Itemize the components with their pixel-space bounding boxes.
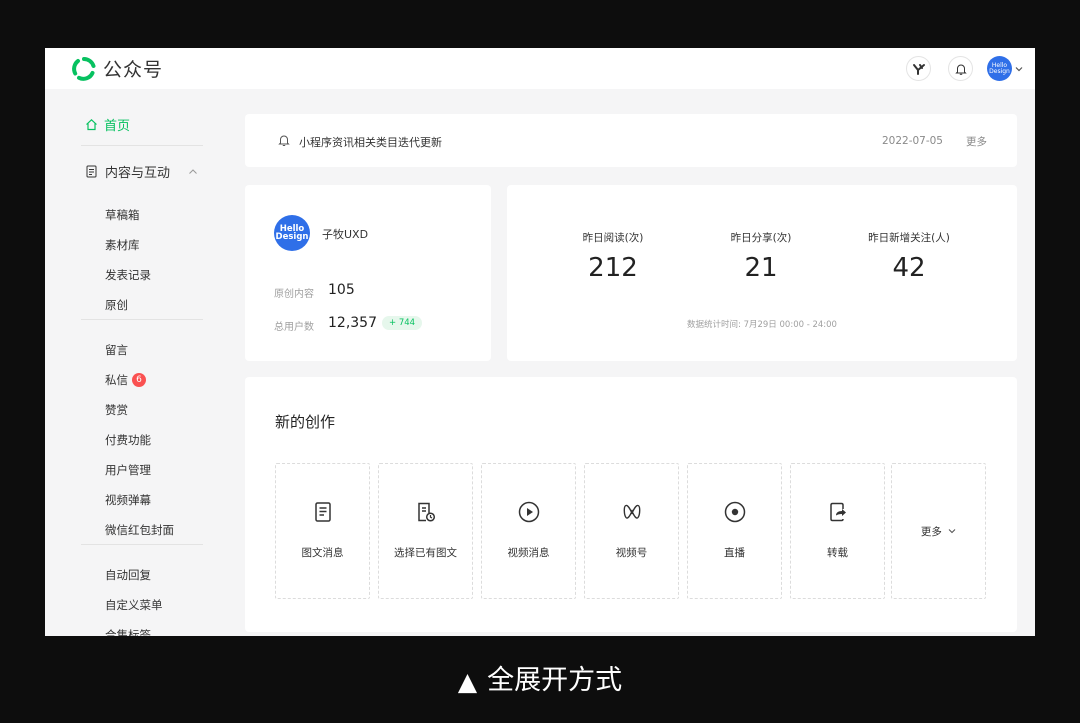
- sidebar-home-label: 首页: [104, 119, 131, 134]
- create-tile-video-message[interactable]: 视频消息: [481, 463, 576, 599]
- create-tile-article[interactable]: 图文消息: [275, 463, 370, 599]
- triangle-icon: ▲: [457, 667, 478, 696]
- account-avatar: Hello Design: [274, 215, 310, 251]
- stat-label: 昨日分享(次): [730, 232, 792, 244]
- notice-date: 2022-07-05: [881, 135, 943, 147]
- sidebar: 首页 内容与互动 草稿箱 素材库 发表记录 原创 留言 私信 6 赞赏 付费功能…: [45, 89, 227, 636]
- app-title: 公众号: [103, 59, 164, 81]
- top-right-actions: Hello Design: [889, 56, 1023, 81]
- y-logo-icon: [912, 63, 925, 75]
- tile-label: 视频消息: [507, 547, 550, 559]
- sidebar-divider: [81, 145, 203, 146]
- stats-footnote: 数据统计时间: 7月29日 00:00 - 24:00: [687, 320, 837, 330]
- user-avatar[interactable]: Hello Design: [987, 56, 1012, 81]
- create-tile-repost[interactable]: 转载: [790, 463, 885, 599]
- caption-text: 全展开方式: [487, 665, 623, 696]
- bell-icon: [278, 135, 290, 146]
- stat-shares: 昨日分享(次) 21: [686, 230, 836, 283]
- chevron-down-icon: [948, 529, 956, 534]
- chevron-up-icon: [189, 168, 197, 174]
- wechat-official-logo-icon: [72, 56, 96, 81]
- tile-label: 图文消息: [301, 547, 344, 559]
- app-window: 公众号 Hello Design 首页 内容与互动 草稿箱 素材库 发表记录 原…: [45, 48, 1035, 636]
- sidebar-item-materials[interactable]: 素材库: [105, 237, 140, 253]
- sidebar-section-content[interactable]: 内容与互动: [85, 162, 205, 181]
- sidebar-item-collection-tags[interactable]: 合集标签: [105, 627, 151, 636]
- original-content-label: 原创内容: [274, 289, 314, 300]
- stat-value: 212: [588, 253, 638, 283]
- caption: ▲ 全展开方式: [0, 658, 1080, 697]
- create-tile-channels[interactable]: 视频号: [584, 463, 679, 599]
- tile-label: 视频号: [615, 547, 648, 559]
- tile-label: 选择已有图文: [394, 547, 457, 559]
- home-icon: [86, 118, 97, 131]
- total-users-label: 总用户数: [274, 322, 314, 333]
- tile-label: 直播: [724, 547, 745, 559]
- logo[interactable]: 公众号: [71, 55, 163, 82]
- sidebar-item-drafts[interactable]: 草稿箱: [105, 207, 140, 223]
- sidebar-item-video-danmaku[interactable]: 视频弹幕: [105, 492, 151, 508]
- top-bar: 公众号 Hello Design: [45, 48, 1035, 89]
- stat-reads: 昨日阅读(次) 212: [538, 230, 688, 283]
- new-creation-card: 新的创作 图文消息 选择已有图文 视频消息 视频号 直播 转载 更多: [245, 377, 1017, 632]
- sidebar-divider: [81, 544, 203, 545]
- users-delta-badge: + 744: [382, 316, 423, 330]
- sidebar-item-appreciation[interactable]: 赞赏: [105, 402, 128, 418]
- sidebar-item-publish-records[interactable]: 发表记录: [105, 267, 151, 283]
- sidebar-item-paid-features[interactable]: 付费功能: [105, 432, 151, 448]
- total-users-value: 12,357: [328, 315, 377, 331]
- sidebar-item-comments[interactable]: 留言: [105, 342, 128, 358]
- sidebar-item-auto-reply[interactable]: 自动回复: [105, 567, 151, 583]
- sidebar-item-messages[interactable]: 私信 6: [105, 372, 146, 388]
- stats-card: 昨日阅读(次) 212 昨日分享(次) 21 昨日新增关注(人) 42 数据统计…: [507, 185, 1017, 361]
- account-name: 子牧UXD: [322, 228, 369, 241]
- sidebar-item-original[interactable]: 原创: [105, 297, 128, 313]
- stat-label: 昨日新增关注(人): [868, 232, 950, 244]
- stat-new-followers: 昨日新增关注(人) 42: [834, 230, 984, 283]
- unread-badge: 6: [132, 373, 146, 387]
- document-icon: [315, 502, 331, 522]
- account-profile-card: Hello Design 子牧UXD 原创内容 105 总用户数 12,357 …: [245, 185, 491, 361]
- notification-button[interactable]: [948, 56, 973, 81]
- create-tile-live[interactable]: 直播: [687, 463, 782, 599]
- original-content-value: 105: [328, 282, 355, 298]
- notice-text[interactable]: 小程序资讯相关类目迭代更新: [299, 134, 442, 150]
- notice-card: 小程序资讯相关类目迭代更新 2022-07-05 更多: [245, 114, 1017, 167]
- yizhu-button[interactable]: [906, 56, 931, 81]
- document-clock-icon: [418, 502, 436, 522]
- avatar-line2: Design: [275, 232, 309, 242]
- sidebar-section-label: 内容与互动: [105, 166, 171, 181]
- sidebar-item-custom-menu[interactable]: 自定义菜单: [105, 597, 163, 613]
- chevron-down-icon[interactable]: [1015, 65, 1023, 73]
- repost-icon: [830, 502, 846, 522]
- stat-value: 42: [892, 253, 926, 283]
- create-tile-more[interactable]: 更多: [891, 463, 986, 599]
- new-creation-title: 新的创作: [275, 413, 336, 431]
- play-circle-icon: [518, 501, 540, 523]
- live-icon: [724, 501, 746, 523]
- sidebar-messages-label: 私信: [105, 373, 128, 387]
- notice-more-link[interactable]: 更多: [966, 134, 987, 149]
- channels-icon: [623, 504, 641, 519]
- bell-icon: [954, 64, 967, 75]
- tile-more-label: 更多: [892, 524, 985, 539]
- sidebar-item-user-management[interactable]: 用户管理: [105, 462, 151, 478]
- document-icon: [86, 165, 97, 178]
- stat-label: 昨日阅读(次): [582, 232, 644, 244]
- sidebar-item-red-packet-cover[interactable]: 微信红包封面: [105, 522, 174, 538]
- create-tile-existing-article[interactable]: 选择已有图文: [378, 463, 473, 599]
- tile-label: 转载: [827, 547, 848, 559]
- more-label: 更多: [920, 526, 942, 538]
- stat-value: 21: [744, 253, 778, 283]
- sidebar-item-home[interactable]: 首页: [85, 115, 130, 134]
- sidebar-divider: [81, 319, 203, 320]
- avatar-line2: Design: [989, 67, 1010, 75]
